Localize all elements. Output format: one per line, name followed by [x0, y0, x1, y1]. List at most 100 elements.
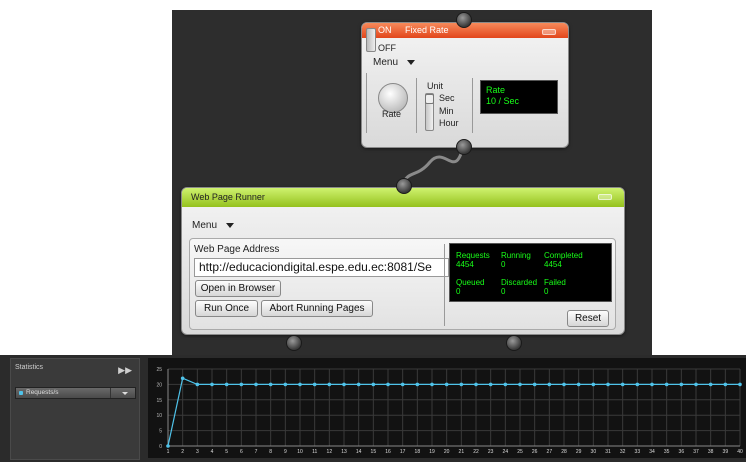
- data-point: [327, 382, 332, 387]
- slider-thumb[interactable]: [425, 94, 434, 104]
- unit-slider[interactable]: [425, 93, 434, 131]
- connection-port[interactable]: [396, 178, 412, 194]
- x-tick-label: 22: [473, 449, 479, 455]
- completed-value: 4454: [544, 260, 562, 269]
- unit-option-hour[interactable]: Hour: [439, 118, 459, 128]
- data-point: [371, 382, 376, 387]
- data-point: [342, 382, 346, 387]
- x-tick-label: 25: [517, 449, 523, 455]
- queued-value: 0: [456, 287, 461, 296]
- queued-label: Queued: [456, 278, 485, 287]
- chevron-down-icon: [226, 222, 235, 228]
- off-label[interactable]: OFF: [378, 43, 396, 53]
- x-tick-label: 26: [532, 449, 538, 455]
- x-tick-label: 16: [385, 449, 391, 455]
- on-label[interactable]: ON: [378, 25, 392, 35]
- data-point: [312, 382, 317, 387]
- y-tick-label: 15: [156, 398, 162, 404]
- data-point: [635, 382, 640, 387]
- display-value: 10 / Sec: [486, 96, 520, 106]
- data-point: [386, 382, 390, 387]
- runner-menu[interactable]: Menu: [192, 220, 235, 231]
- connection-port[interactable]: [506, 335, 522, 351]
- x-tick-label: 6: [240, 449, 243, 455]
- connection-port[interactable]: [286, 335, 302, 351]
- x-tick-label: 23: [488, 449, 494, 455]
- data-point: [650, 382, 654, 387]
- data-point: [195, 382, 200, 387]
- data-point: [547, 382, 552, 387]
- data-point: [459, 382, 464, 387]
- chevron-down-icon: [407, 59, 416, 65]
- x-tick-label: 18: [415, 449, 421, 455]
- abort-running-pages-button[interactable]: Abort Running Pages: [261, 300, 373, 317]
- fast-forward-icon[interactable]: ▶▶: [118, 365, 132, 376]
- divider: [472, 78, 473, 133]
- x-tick-label: 3: [196, 449, 199, 455]
- x-tick-label: 40: [737, 449, 743, 455]
- data-point: [620, 382, 625, 387]
- on-off-toggle[interactable]: [366, 28, 376, 52]
- x-tick-label: 38: [708, 449, 714, 455]
- x-tick-label: 27: [547, 449, 553, 455]
- series-select[interactable]: Requests/s: [15, 387, 136, 399]
- failed-label: Failed: [544, 278, 566, 287]
- line-chart: 05101520251 2 3 4 5 6 7 8 9 10 11 12 13 14 15 16 17 18 19 2…: [156, 367, 743, 455]
- unit-option-min[interactable]: Min: [439, 106, 454, 116]
- x-tick-label: 31: [605, 449, 611, 455]
- x-tick-label: 35: [664, 449, 670, 455]
- data-point: [532, 382, 537, 387]
- unit-label: Unit: [427, 81, 444, 91]
- x-tick-label: 36: [679, 449, 685, 455]
- minimize-icon[interactable]: [598, 194, 612, 200]
- x-tick-label: 8: [269, 449, 272, 455]
- divider: [110, 388, 111, 398]
- running-value: 0: [501, 260, 506, 269]
- connection-port[interactable]: [456, 12, 472, 28]
- web-page-address-input[interactable]: http://educaciondigital.espe.edu.ec:8081…: [194, 258, 449, 277]
- running-label: Running: [501, 251, 531, 260]
- divider: [416, 78, 417, 133]
- data-point: [606, 382, 610, 387]
- failed-value: 0: [544, 287, 549, 296]
- data-point: [298, 382, 302, 387]
- completed-label: Completed: [544, 251, 583, 260]
- requests-label: Requests: [456, 251, 490, 260]
- x-tick-label: 5: [225, 449, 228, 455]
- data-point: [708, 382, 713, 387]
- x-tick-label: 29: [576, 449, 582, 455]
- data-point: [268, 382, 273, 387]
- y-tick-label: 25: [156, 367, 162, 373]
- data-point: [664, 382, 669, 387]
- discarded-label: Discarded: [501, 278, 538, 287]
- series-select-value: Requests/s: [26, 389, 59, 396]
- x-tick-label: 32: [620, 449, 626, 455]
- data-point: [723, 382, 728, 387]
- fixed-rate-menu[interactable]: Menu: [373, 57, 416, 68]
- web-page-runner-component[interactable]: Web Page Runner Menu Web Page Address ht…: [181, 187, 625, 335]
- run-once-button[interactable]: Run Once: [195, 300, 258, 317]
- x-tick-label: 17: [400, 449, 406, 455]
- data-point: [166, 444, 170, 448]
- connection-port[interactable]: [456, 139, 472, 155]
- divider: [366, 73, 367, 133]
- open-in-browser-button[interactable]: Open in Browser: [195, 280, 281, 297]
- data-point: [210, 382, 214, 387]
- fixed-rate-component[interactable]: ON Fixed Rate OFF Menu Rate Unit Sec Min…: [361, 22, 569, 148]
- x-tick-label: 21: [459, 449, 465, 455]
- reset-button[interactable]: Reset: [567, 310, 609, 327]
- x-tick-label: 24: [503, 449, 509, 455]
- component-title: Web Page Runner: [191, 192, 265, 202]
- x-tick-label: 10: [297, 449, 303, 455]
- unit-option-sec[interactable]: Sec: [439, 93, 455, 103]
- menu-label: Menu: [373, 57, 399, 68]
- statistics-panel: Statistics ▶▶ Requests/s: [10, 358, 140, 460]
- y-tick-label: 10: [156, 413, 162, 419]
- x-tick-label: 7: [255, 449, 258, 455]
- x-tick-label: 11: [312, 449, 317, 455]
- discarded-value: 0: [501, 287, 506, 296]
- y-tick-label: 5: [159, 429, 162, 435]
- data-point: [474, 382, 478, 387]
- minimize-icon[interactable]: [542, 29, 556, 35]
- x-tick-label: 9: [284, 449, 287, 455]
